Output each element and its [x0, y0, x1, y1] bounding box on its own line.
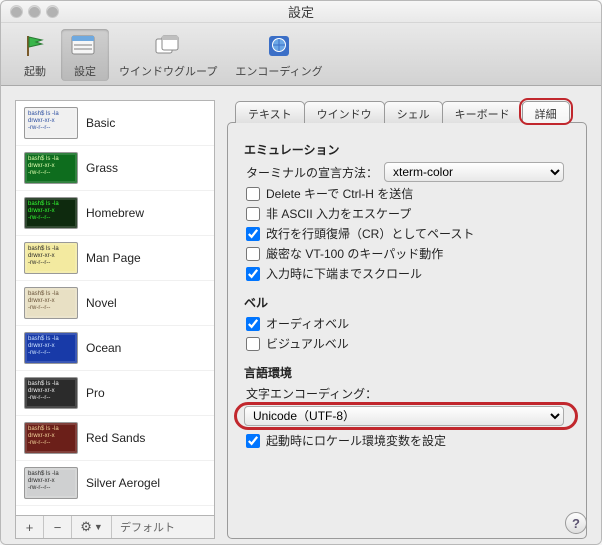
- window-title: 設定: [1, 2, 601, 21]
- tab-1[interactable]: ウインドウ: [304, 101, 385, 123]
- tabs: テキストウインドウシェルキーボード詳細: [235, 100, 587, 122]
- bell-checkbox-0[interactable]: [246, 317, 260, 331]
- preferences-window: 設定 起動 設定 ウインドウグループ エンコーディング: [0, 0, 602, 545]
- bell-row-1: ビジュアルベル: [246, 335, 570, 352]
- profile-thumb: bash$ ls -ladrwxr-xr-x-rw-r--r--: [24, 197, 78, 229]
- emu-label-3: 厳密な VT-100 のキーパッド動作: [266, 245, 443, 262]
- toolbar-encoding-label: エンコーディング: [235, 63, 322, 79]
- declare-label: ターミナルの宣言方法：: [246, 164, 378, 181]
- emu-checkbox-0[interactable]: [246, 187, 260, 201]
- declare-select[interactable]: xterm-color: [384, 162, 564, 182]
- encoding-label: 文字エンコーディング：: [246, 385, 377, 402]
- advanced-panel: エミュレーション ターミナルの宣言方法： xterm-color Delete …: [227, 122, 587, 539]
- profiles-list[interactable]: bash$ ls -ladrwxr-xr-x-rw-r--r--Basicbas…: [16, 101, 214, 515]
- remove-button[interactable]: −: [44, 516, 72, 538]
- toolbar: 起動 設定 ウインドウグループ エンコーディング: [1, 23, 601, 86]
- tab-0[interactable]: テキスト: [235, 101, 305, 123]
- titlebar: 設定: [1, 1, 601, 23]
- bell-checkbox-1[interactable]: [246, 337, 260, 351]
- locale-title: 言語環境: [244, 364, 570, 381]
- profile-thumb: bash$ ls -ladrwxr-xr-x-rw-r--r--: [24, 422, 78, 454]
- bell-label-1: ビジュアルベル: [266, 335, 349, 352]
- emu-row-2: 改行を行頭復帰（CR）としてペースト: [246, 225, 570, 242]
- toolbar-settings-label: 設定: [74, 63, 96, 79]
- sidebar-tools: + − ⚙︎▼ デフォルト: [16, 515, 214, 538]
- profile-thumb: bash$ ls -ladrwxr-xr-x-rw-r--r--: [24, 287, 78, 319]
- emu-checkbox-1[interactable]: [246, 207, 260, 221]
- emu-checkbox-4[interactable]: [246, 267, 260, 281]
- profile-thumb: bash$ ls -ladrwxr-xr-x-rw-r--r--: [24, 467, 78, 499]
- profile-item[interactable]: bash$ ls -ladrwxr-xr-x-rw-r--r-- Grass: [16, 146, 214, 191]
- bell-row-0: オーディオベル: [246, 315, 570, 332]
- default-button[interactable]: デフォルト: [112, 516, 214, 538]
- tab-3[interactable]: キーボード: [442, 101, 523, 123]
- help-button[interactable]: ?: [565, 512, 587, 534]
- profile-name: Basic: [86, 116, 115, 130]
- emu-checkbox-2[interactable]: [246, 227, 260, 241]
- set-env-label: 起動時にロケール環境変数を設定: [266, 432, 446, 449]
- toolbar-window-groups-label: ウインドウグループ: [119, 63, 217, 79]
- flag-icon: [19, 31, 51, 61]
- toolbar-settings[interactable]: 設定: [61, 29, 109, 81]
- encoding-label-row: 文字エンコーディング：: [246, 385, 570, 402]
- emu-checkbox-3[interactable]: [246, 247, 260, 261]
- emu-row-0: Delete キーで Ctrl-H を送信: [246, 185, 570, 202]
- emu-label-1: 非 ASCII 入力をエスケープ: [266, 205, 411, 222]
- profile-item[interactable]: bash$ ls -ladrwxr-xr-x-rw-r--r-- Pro: [16, 371, 214, 416]
- globe-icon: [263, 31, 295, 61]
- encoding-select[interactable]: Unicode（UTF-8）: [244, 406, 564, 426]
- profile-thumb: bash$ ls -ladrwxr-xr-x-rw-r--r--: [24, 377, 78, 409]
- profile-thumb: bash$ ls -ladrwxr-xr-x-rw-r--r--: [24, 242, 78, 274]
- tab-4[interactable]: 詳細: [522, 101, 570, 123]
- emu-label-4: 入力時に下端までスクロール: [266, 265, 422, 282]
- profile-name: Red Sands: [86, 431, 145, 445]
- add-button[interactable]: +: [16, 516, 44, 538]
- profile-item[interactable]: bash$ ls -ladrwxr-xr-x-rw-r--r-- Ocean: [16, 326, 214, 371]
- profile-name: Ocean: [86, 341, 121, 355]
- windows-icon: [152, 31, 184, 61]
- emu-row-1: 非 ASCII 入力をエスケープ: [246, 205, 570, 222]
- emulation-title: エミュレーション: [244, 141, 570, 158]
- emu-row-4: 入力時に下端までスクロール: [246, 265, 570, 282]
- profile-name: Pro: [86, 386, 105, 400]
- toolbar-encoding[interactable]: エンコーディング: [227, 29, 330, 81]
- profile-item[interactable]: bash$ ls -ladrwxr-xr-x-rw-r--r-- Silver A…: [16, 461, 214, 506]
- profile-thumb: bash$ ls -ladrwxr-xr-x-rw-r--r--: [24, 152, 78, 184]
- gear-button[interactable]: ⚙︎▼: [72, 516, 112, 538]
- tab-2[interactable]: シェル: [384, 101, 443, 123]
- profile-name: Novel: [86, 296, 117, 310]
- emu-label-2: 改行を行頭復帰（CR）としてペースト: [266, 225, 474, 242]
- bell-title: ベル: [244, 294, 570, 311]
- main: テキストウインドウシェルキーボード詳細 エミュレーション ターミナルの宣言方法：…: [227, 100, 587, 539]
- emu-row-3: 厳密な VT-100 のキーパッド動作: [246, 245, 570, 262]
- declare-row: ターミナルの宣言方法： xterm-color: [246, 162, 570, 182]
- profile-name: Silver Aerogel: [86, 476, 160, 490]
- encoding-row: Unicode（UTF-8）: [244, 406, 570, 426]
- profile-thumb: bash$ ls -ladrwxr-xr-x-rw-r--r--: [24, 107, 78, 139]
- set-env-checkbox[interactable]: [246, 434, 260, 448]
- profile-item[interactable]: bash$ ls -ladrwxr-xr-x-rw-r--r-- Novel: [16, 281, 214, 326]
- toolbar-startup[interactable]: 起動: [11, 29, 59, 81]
- emu-label-0: Delete キーで Ctrl-H を送信: [266, 185, 413, 202]
- profile-thumb: bash$ ls -ladrwxr-xr-x-rw-r--r--: [24, 332, 78, 364]
- profile-name: Man Page: [86, 251, 141, 265]
- chevron-down-icon: ▼: [94, 522, 103, 532]
- profile-name: Homebrew: [86, 206, 144, 220]
- window-list-icon: [69, 31, 101, 61]
- profile-item[interactable]: bash$ ls -ladrwxr-xr-x-rw-r--r-- Basic: [16, 101, 214, 146]
- profiles-sidebar: bash$ ls -ladrwxr-xr-x-rw-r--r--Basicbas…: [15, 100, 215, 539]
- profile-name: Grass: [86, 161, 118, 175]
- profile-item[interactable]: bash$ ls -ladrwxr-xr-x-rw-r--r-- Red Sand…: [16, 416, 214, 461]
- toolbar-startup-label: 起動: [24, 63, 46, 79]
- set-env-row: 起動時にロケール環境変数を設定: [246, 432, 570, 449]
- profile-item[interactable]: bash$ ls -ladrwxr-xr-x-rw-r--r-- Man Page: [16, 236, 214, 281]
- profile-item[interactable]: bash$ ls -ladrwxr-xr-x-rw-r--r-- Homebrew: [16, 191, 214, 236]
- bell-label-0: オーディオベル: [266, 315, 349, 332]
- gear-icon: ⚙︎: [80, 519, 92, 535]
- body: bash$ ls -ladrwxr-xr-x-rw-r--r--Basicbas…: [1, 86, 601, 545]
- toolbar-window-groups[interactable]: ウインドウグループ: [111, 29, 225, 81]
